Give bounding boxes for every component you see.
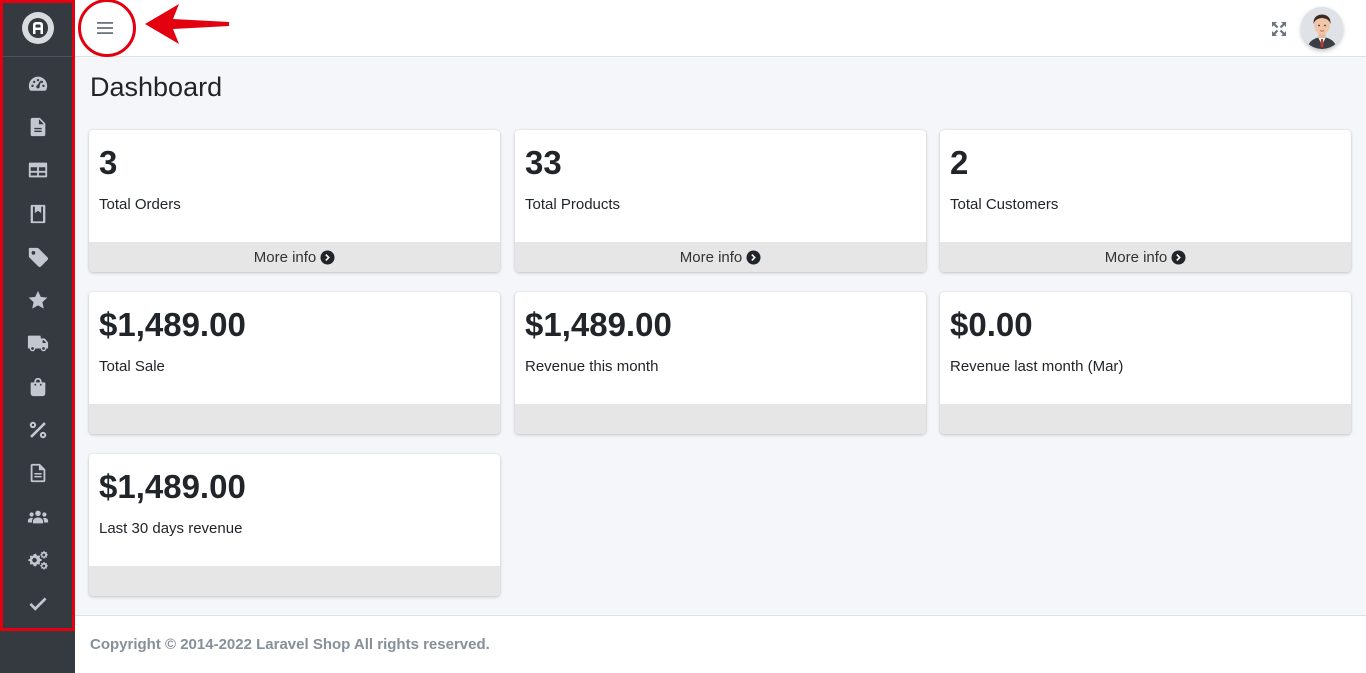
sidebar-item-settings[interactable] bbox=[0, 538, 75, 581]
stat-value: 2 bbox=[950, 144, 969, 181]
card-footer bbox=[89, 566, 500, 596]
sidebar-item-dashboard[interactable] bbox=[0, 62, 75, 105]
file-alt-icon bbox=[30, 464, 45, 483]
shop-logo-icon bbox=[21, 12, 54, 44]
check-icon bbox=[28, 597, 47, 611]
more-info-label: More info bbox=[679, 248, 743, 266]
percent-icon bbox=[29, 421, 46, 439]
stat-value: 33 bbox=[525, 144, 562, 181]
sidebar-item-coupons[interactable] bbox=[0, 408, 75, 451]
stat-label: Total Products bbox=[525, 196, 621, 213]
card-footer bbox=[515, 404, 926, 434]
sidebar-item-orders[interactable] bbox=[0, 365, 75, 408]
menu-toggle-button[interactable] bbox=[95, 18, 115, 38]
sidebar-item-reports[interactable] bbox=[0, 452, 75, 495]
sidebar-item-shipping[interactable] bbox=[0, 322, 75, 365]
user-avatar[interactable] bbox=[1301, 7, 1343, 49]
stat-card-revenue-last-month: $0.00 Revenue last month (Mar) bbox=[940, 292, 1351, 434]
tag-icon bbox=[28, 247, 48, 267]
stat-value: $1,489.00 bbox=[525, 306, 672, 343]
stat-value: $1,489.00 bbox=[99, 306, 246, 343]
topbar bbox=[75, 0, 1366, 57]
stat-card-last-30-days-revenue: $1,489.00 Last 30 days revenue bbox=[89, 454, 500, 596]
more-info-link[interactable]: More info bbox=[940, 242, 1351, 272]
more-info-link[interactable]: More info bbox=[89, 242, 500, 272]
truck-icon bbox=[27, 336, 48, 352]
sidebar-item-products[interactable] bbox=[0, 235, 75, 278]
arrow-circle-right-icon bbox=[320, 249, 335, 265]
stat-card-revenue-this-month: $1,489.00 Revenue this month bbox=[515, 292, 926, 434]
stat-label: Last 30 days revenue bbox=[99, 520, 243, 537]
stat-label: Revenue this month bbox=[525, 358, 659, 375]
sidebar-item-customers[interactable] bbox=[0, 495, 75, 538]
star-icon bbox=[28, 290, 47, 309]
card-footer bbox=[89, 404, 500, 434]
stat-card-total-orders: 3 Total Orders More info bbox=[89, 130, 500, 272]
stat-card-total-products: 33 Total Products More info bbox=[515, 130, 926, 272]
book-icon bbox=[30, 204, 45, 223]
arrow-circle-right-icon bbox=[746, 249, 761, 265]
file-icon bbox=[30, 117, 45, 137]
annotation-arrow bbox=[145, 4, 229, 44]
stat-value: $0.00 bbox=[950, 306, 1033, 343]
sidebar-nav bbox=[0, 62, 75, 625]
copyright-text: Copyright © 2014-2022 Laravel Shop All r… bbox=[90, 636, 490, 653]
arrow-circle-right-icon bbox=[1171, 249, 1186, 265]
hamburger-icon bbox=[97, 22, 113, 34]
sidebar-item-pages[interactable] bbox=[0, 105, 75, 148]
brand-link[interactable] bbox=[0, 0, 75, 57]
page-footer: Copyright © 2014-2022 Laravel Shop All r… bbox=[75, 615, 1366, 673]
more-info-link[interactable]: More info bbox=[515, 242, 926, 272]
fullscreen-button[interactable] bbox=[1269, 19, 1289, 39]
expand-icon bbox=[1272, 22, 1286, 36]
sidebar-item-catalog[interactable] bbox=[0, 192, 75, 235]
sidebar-item-status[interactable] bbox=[0, 582, 75, 625]
page-title: Dashboard bbox=[90, 72, 223, 102]
more-info-label: More info bbox=[1104, 248, 1168, 266]
shopping-bag-icon bbox=[30, 377, 45, 396]
cogs-icon bbox=[27, 550, 48, 570]
stat-card-total-customers: 2 Total Customers More info bbox=[940, 130, 1351, 272]
stat-label: Total Customers bbox=[950, 196, 1059, 213]
sidebar bbox=[0, 0, 75, 673]
sidebar-item-reviews[interactable] bbox=[0, 278, 75, 321]
stat-label: Total Orders bbox=[99, 196, 181, 213]
stat-value: $1,489.00 bbox=[99, 468, 246, 505]
sidebar-item-categories[interactable] bbox=[0, 149, 75, 192]
stat-label: Total Sale bbox=[99, 358, 165, 375]
tachometer-icon bbox=[28, 76, 47, 91]
users-icon bbox=[27, 510, 48, 524]
table-icon bbox=[28, 162, 47, 178]
more-info-label: More info bbox=[253, 248, 317, 266]
stat-label: Revenue last month (Mar) bbox=[950, 358, 1124, 375]
card-footer bbox=[940, 404, 1351, 434]
stat-card-total-sale: $1,489.00 Total Sale bbox=[89, 292, 500, 434]
stat-value: 3 bbox=[99, 144, 118, 181]
